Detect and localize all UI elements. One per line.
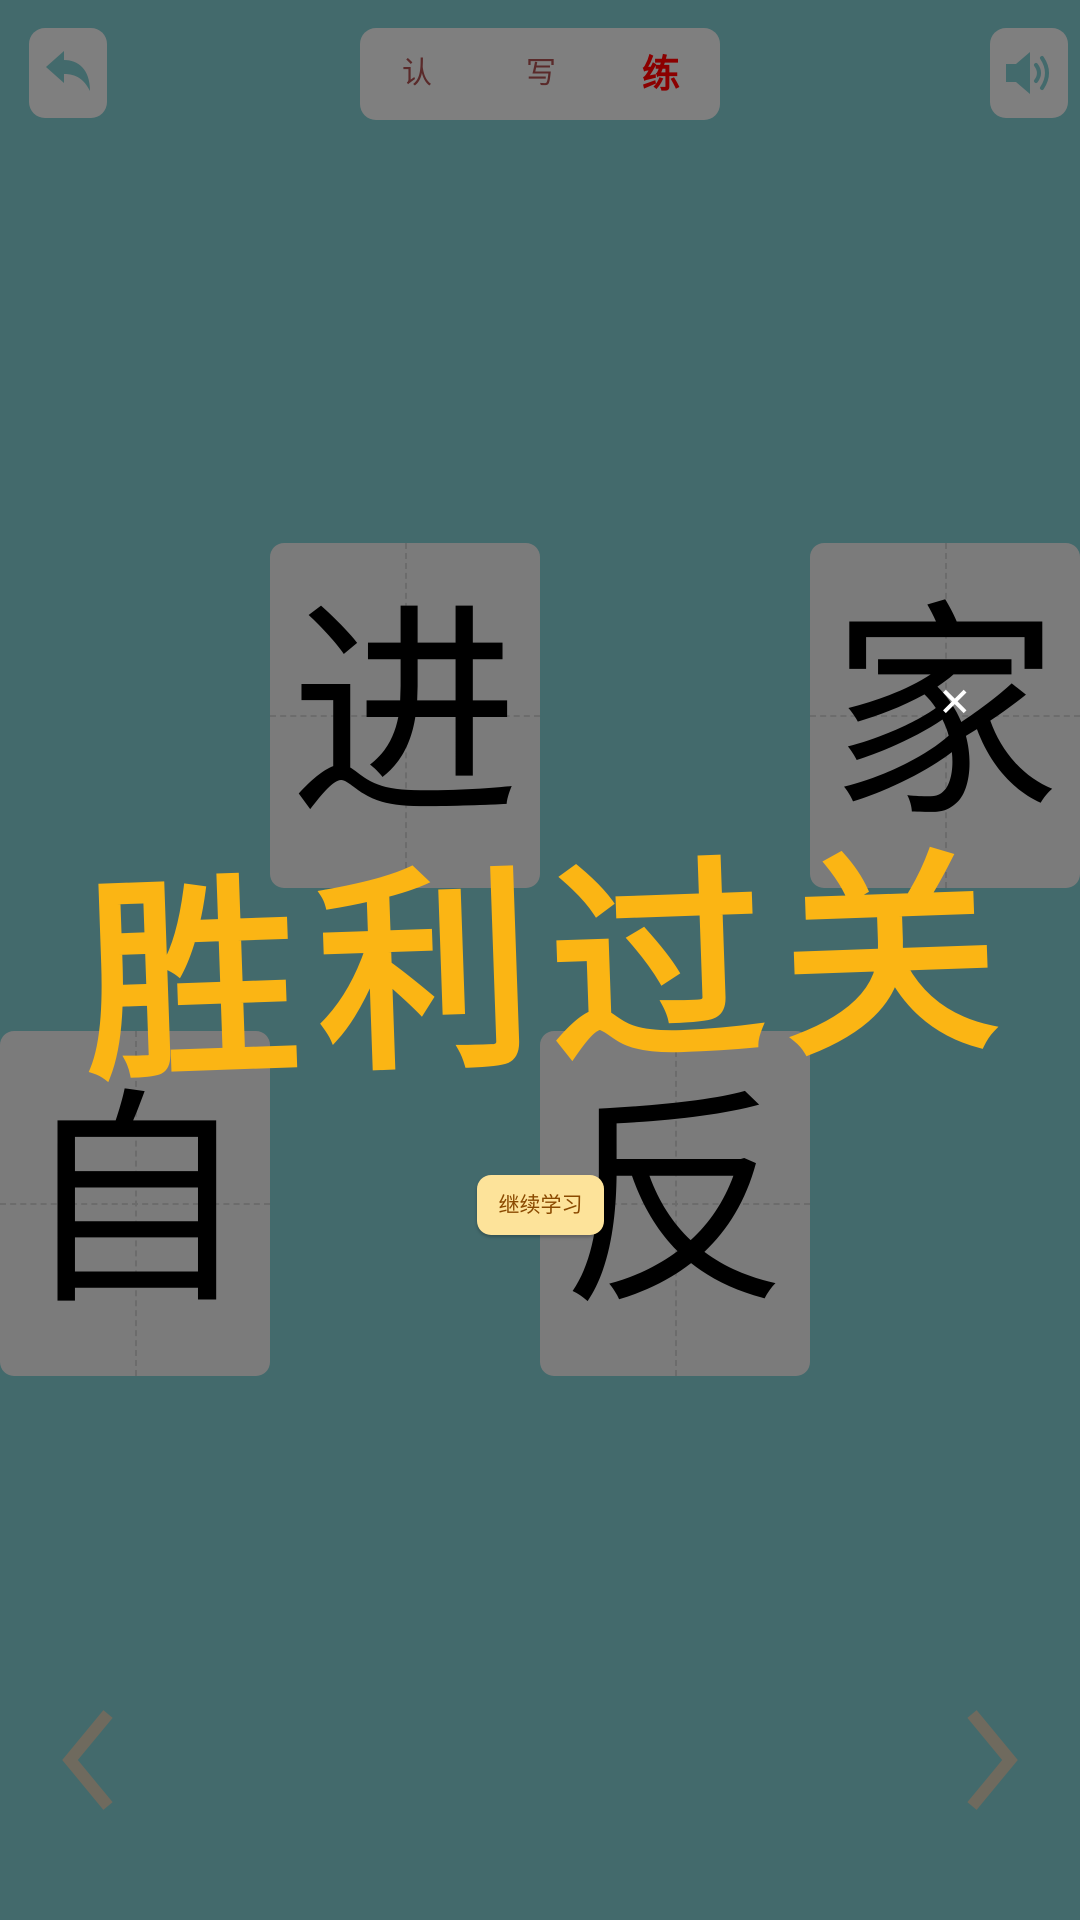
sound-button[interactable]: [990, 28, 1068, 118]
next-button[interactable]: [962, 1708, 1022, 1812]
victory-banner: 胜利过关: [79, 827, 1021, 1112]
continue-learning-button[interactable]: 继续学习: [477, 1175, 604, 1235]
char-card-jin[interactable]: 进: [270, 543, 540, 888]
tab-write[interactable]: 写: [526, 28, 556, 120]
chevron-left-icon: [62, 1710, 113, 1810]
prev-button[interactable]: [58, 1708, 118, 1812]
mode-tabs: 认 写 练: [360, 28, 720, 120]
close-icon[interactable]: ✕: [938, 680, 972, 726]
tab-practice[interactable]: 练: [642, 28, 680, 120]
chevron-right-icon: [967, 1710, 1018, 1810]
tab-recognize[interactable]: 认: [402, 28, 432, 120]
character: 进: [289, 582, 520, 849]
back-button[interactable]: [29, 28, 107, 118]
back-arrow-icon: [46, 51, 90, 91]
speaker-icon: [1006, 52, 1049, 94]
